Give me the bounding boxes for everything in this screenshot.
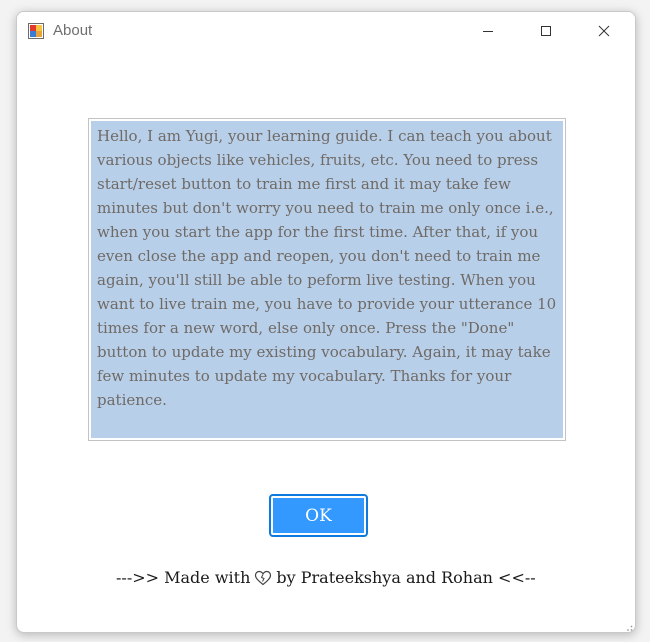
app-icon — [28, 23, 44, 39]
credits-suffix: by Prateekshya and Rohan <<-- — [276, 568, 536, 587]
resize-grip-icon[interactable] — [623, 620, 633, 631]
maximize-icon — [540, 22, 552, 41]
ok-button-label: OK — [273, 498, 364, 533]
close-button[interactable] — [575, 12, 633, 50]
heart-icon — [254, 570, 272, 586]
close-icon — [598, 22, 610, 41]
credits-prefix: --->> Made with — [116, 568, 251, 587]
ok-button[interactable]: OK — [269, 494, 368, 537]
maximize-button[interactable] — [517, 12, 575, 50]
credits-line: --->> Made with by Prateekshya and Rohan… — [116, 568, 536, 587]
window-title: About — [53, 22, 93, 39]
about-window: About Hello, I am Yugi, your learning gu… — [16, 11, 636, 633]
minimize-button[interactable] — [459, 12, 517, 50]
title-bar[interactable]: About — [17, 12, 635, 50]
about-message: Hello, I am Yugi, your learning guide. I… — [91, 121, 563, 438]
minimize-icon — [482, 22, 494, 41]
about-textbox[interactable]: Hello, I am Yugi, your learning guide. I… — [88, 118, 566, 441]
